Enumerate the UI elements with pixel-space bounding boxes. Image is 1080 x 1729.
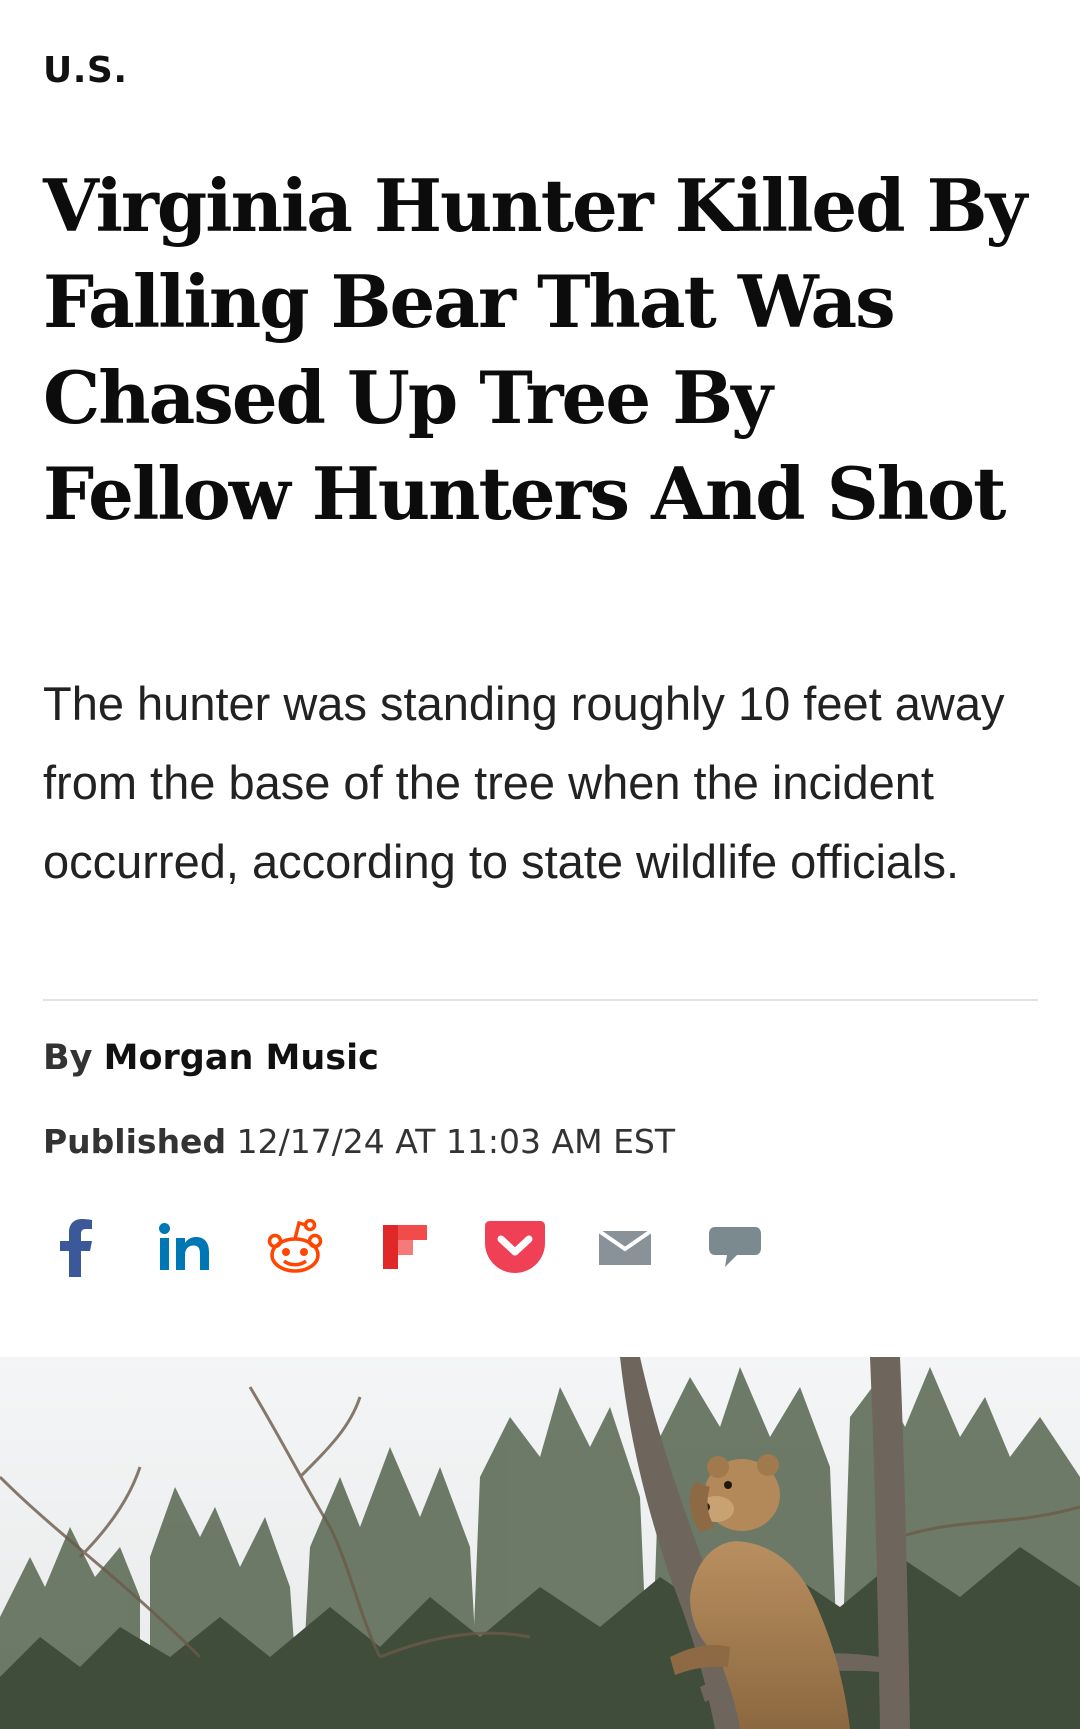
flipboard-share-button[interactable] <box>370 1212 440 1282</box>
published-value: 12/17/24 AT 11:03 AM EST <box>236 1122 676 1161</box>
article-summary: The hunter was standing roughly 10 feet … <box>43 677 1005 888</box>
comment-icon <box>709 1227 761 1267</box>
facebook-share-button[interactable] <box>40 1212 110 1282</box>
comment-button[interactable] <box>700 1212 770 1282</box>
author-link[interactable]: Morgan Music <box>104 1038 379 1078</box>
byline-prefix: By <box>43 1038 93 1078</box>
reddit-icon <box>267 1219 323 1273</box>
share-bar <box>40 1212 810 1282</box>
published-label: Published <box>43 1122 227 1161</box>
bear-in-tree-photo <box>0 1357 1080 1729</box>
article-headline: Virginia Hunter Killed By Falling Bear T… <box>43 163 1027 536</box>
pocket-icon <box>485 1221 545 1273</box>
email-share-button[interactable] <box>590 1212 660 1282</box>
publish-date: Published 12/17/24 AT 11:03 AM EST <box>43 1122 675 1161</box>
pocket-share-button[interactable] <box>480 1212 550 1282</box>
reddit-share-button[interactable] <box>260 1212 330 1282</box>
section-link[interactable]: U.S. <box>43 50 128 91</box>
linkedin-icon <box>159 1223 209 1270</box>
divider <box>43 999 1038 1001</box>
email-icon <box>598 1229 652 1265</box>
linkedin-share-button[interactable] <box>150 1212 220 1282</box>
flipboard-icon <box>383 1225 427 1269</box>
facebook-icon <box>60 1219 92 1277</box>
byline: By Morgan Music <box>43 1038 379 1078</box>
hero-image <box>0 1357 1080 1729</box>
